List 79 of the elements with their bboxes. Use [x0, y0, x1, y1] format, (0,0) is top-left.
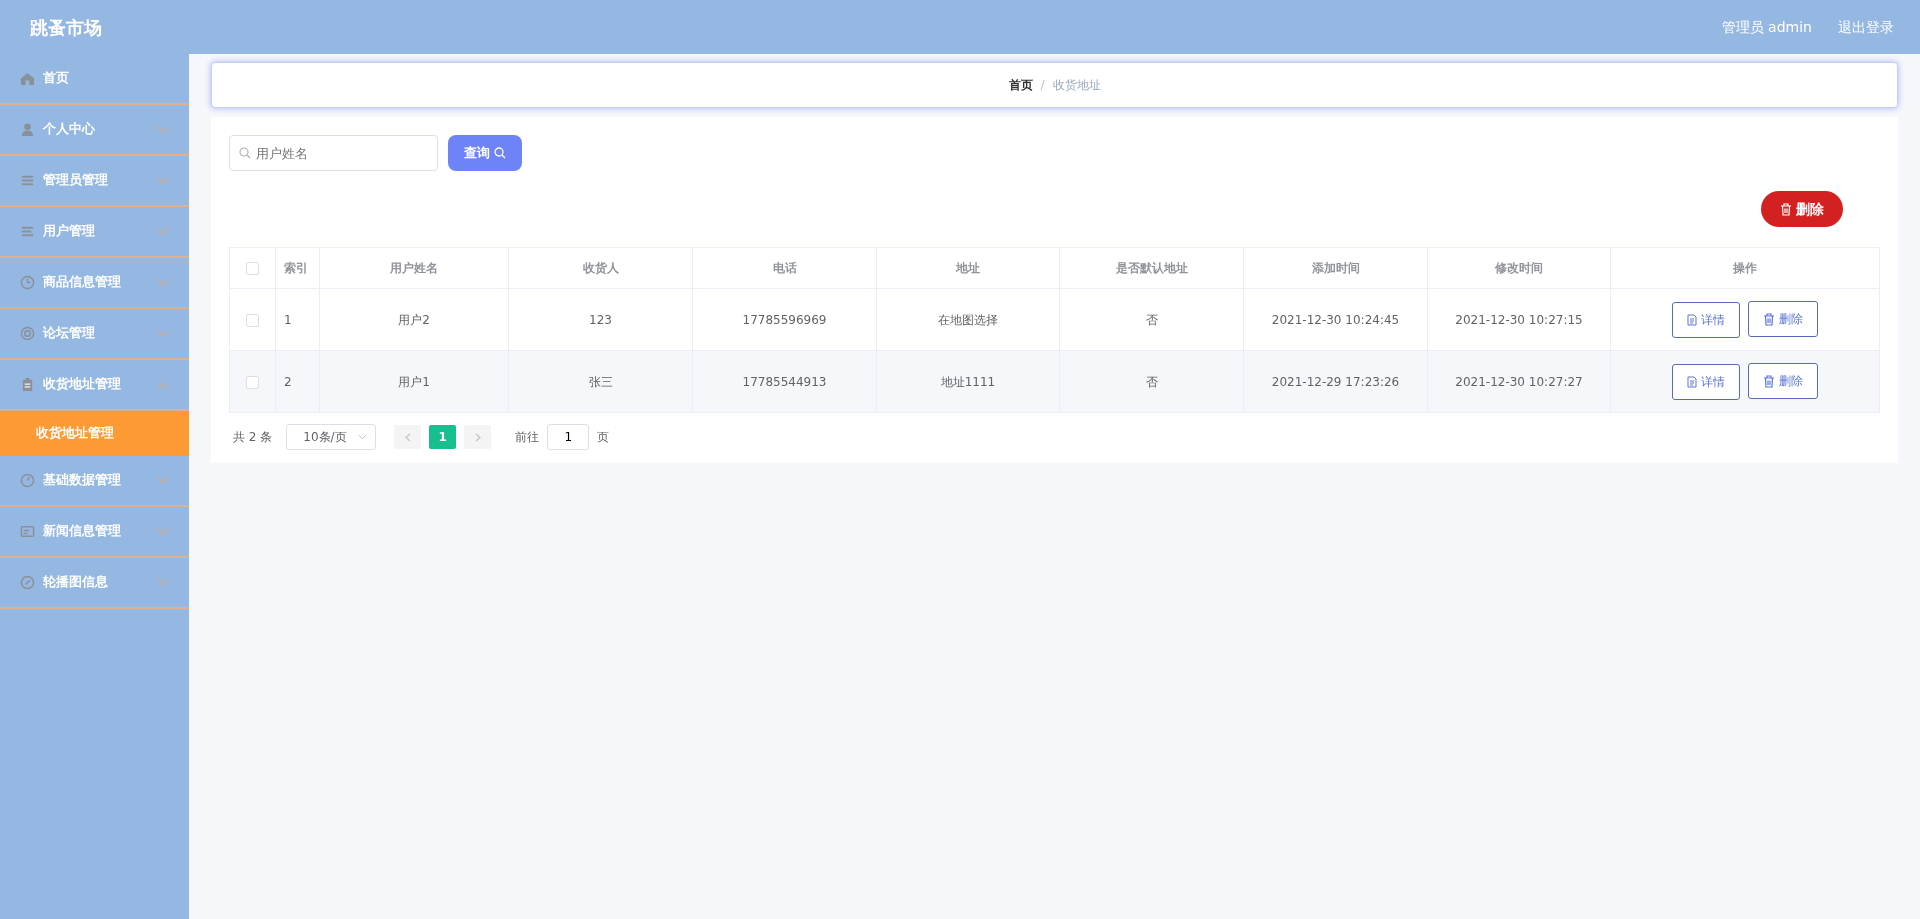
breadcrumb-item[interactable]: 首页: [1008, 76, 1033, 94]
chevron-right-icon: [474, 432, 481, 442]
compass-icon: [20, 575, 35, 590]
checkbox[interactable]: [246, 375, 259, 389]
list-icon: [20, 224, 35, 239]
total-count: 共 2 条: [233, 429, 273, 446]
search-icon: [239, 147, 251, 159]
details-button[interactable]: 详情: [1672, 301, 1741, 338]
document-icon: [1687, 313, 1698, 326]
search-button[interactable]: 查询: [448, 135, 522, 171]
sidebar-item[interactable]: 基础数据管理: [0, 456, 189, 507]
ring-icon: [20, 326, 35, 341]
sidebar-item[interactable]: 用户管理: [0, 207, 189, 258]
column-header: 操作: [1610, 247, 1880, 289]
column-header: 电话: [692, 247, 877, 289]
breadcrumb-item: 收货地址: [1052, 77, 1101, 94]
table-cell: 否: [1059, 350, 1244, 413]
table-cell: 用户2: [319, 288, 509, 351]
table-cell: 1: [275, 288, 320, 351]
page-input[interactable]: 1: [547, 424, 590, 450]
clock-icon: [20, 275, 35, 290]
chevron-left-icon: [404, 432, 411, 442]
column-header: 索引: [275, 247, 320, 289]
user-icon: [20, 122, 35, 137]
page-size-select[interactable]: 10条/页: [286, 424, 377, 450]
next-page-button[interactable]: [464, 425, 492, 449]
logout-link[interactable]: 退出登录: [1838, 16, 1894, 38]
column-header: 是否默认地址: [1059, 247, 1244, 289]
page-button[interactable]: 1: [429, 425, 457, 449]
list-icon: [20, 173, 35, 188]
home-icon: [20, 71, 35, 86]
table-cell: 2021-12-29 17:23:26: [1243, 350, 1428, 413]
checkbox[interactable]: [246, 313, 259, 327]
table-cell: 123: [508, 288, 693, 351]
sidebar-item[interactable]: 首页: [0, 54, 189, 105]
search-field[interactable]: 用户姓名: [229, 135, 438, 171]
sidebar-item[interactable]: 个人中心: [0, 105, 189, 156]
checkbox[interactable]: [246, 262, 259, 275]
table-cell: 2: [275, 350, 320, 413]
trash-icon: [1763, 374, 1776, 388]
column-header: 用户姓名: [319, 247, 509, 289]
column-header: 地址: [876, 247, 1060, 289]
caret-icon: [358, 434, 368, 440]
sidebar-item[interactable]: 管理员管理: [0, 156, 189, 207]
table-cell: 在地图选择: [876, 288, 1060, 351]
goto-label: 前往: [515, 429, 540, 446]
sidebar-item[interactable]: 轮播图信息: [0, 558, 189, 609]
table-cell: 2021-12-30 10:27:15: [1427, 288, 1611, 351]
app-title: 跳蚤市场: [30, 15, 102, 40]
table-cell: 17785596969: [692, 288, 877, 351]
table-cell: 地址1111: [876, 350, 1060, 413]
table-cell: 17785544913: [692, 350, 877, 413]
delete-button[interactable]: 删除: [1748, 301, 1819, 338]
trash-icon: [1763, 312, 1776, 326]
trash-icon: [1780, 202, 1793, 216]
search-icon: [494, 147, 506, 159]
table-cell: 用户1: [319, 350, 509, 413]
gauge-icon: [20, 473, 35, 488]
table-cell: 否: [1059, 288, 1244, 351]
sidebar-item[interactable]: 商品信息管理: [0, 258, 189, 309]
sidebar-item[interactable]: 论坛管理: [0, 309, 189, 360]
delete-button[interactable]: 删除: [1748, 363, 1819, 400]
prev-page-button[interactable]: [394, 425, 422, 449]
document-icon: [1687, 375, 1698, 388]
sidebar-subitem[interactable]: 收货地址管理: [0, 411, 189, 456]
breadcrumb-separator: /: [1040, 77, 1045, 94]
clipboard-icon: [20, 377, 35, 392]
card-icon: [20, 524, 35, 539]
table-cell: 张三: [508, 350, 693, 413]
delete-button[interactable]: 删除: [1761, 191, 1844, 227]
column-header: 修改时间: [1427, 247, 1611, 289]
column-header: 添加时间: [1243, 247, 1428, 289]
column-header: 收货人: [508, 247, 693, 289]
sidebar-item[interactable]: 新闻信息管理: [0, 507, 189, 558]
details-button[interactable]: 详情: [1672, 363, 1741, 400]
table-cell: 2021-12-30 10:24:45: [1243, 288, 1428, 351]
user-label: 管理员 admin: [1721, 17, 1812, 37]
table-cell: 2021-12-30 10:27:27: [1427, 350, 1611, 413]
page-suffix: 页: [597, 429, 610, 446]
